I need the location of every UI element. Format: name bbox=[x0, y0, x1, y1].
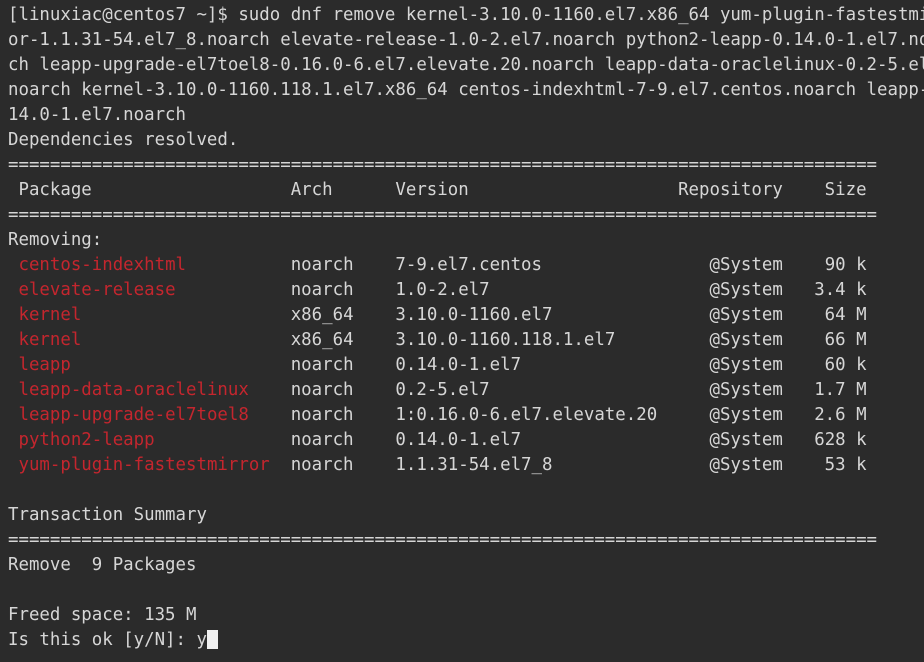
command-line-1: [linuxiac@centos7 ~]$ sudo dnf remove ke… bbox=[8, 5, 924, 25]
package-row-details: noarch 1:0.16.0-6.el7.elevate.20 @System… bbox=[248, 405, 867, 425]
package-row-details: noarch 7-9.el7.centos @System 90 k bbox=[186, 255, 867, 275]
package-name: leapp bbox=[18, 355, 71, 375]
freed-space-line: Freed space: 135 M bbox=[8, 605, 197, 625]
package-row-details: x86_64 3.10.0-1160.el7 @System 64 M bbox=[81, 305, 867, 325]
package-name: elevate-release bbox=[18, 280, 176, 300]
command-line-4: noarch kernel-3.10.0-1160.118.1.el7.x86_… bbox=[8, 80, 924, 100]
package-name: yum-plugin-fastestmirror bbox=[18, 455, 270, 475]
confirm-prompt-line[interactable]: Is this ok [y/N]: y bbox=[8, 628, 924, 653]
text-cursor bbox=[206, 630, 219, 649]
package-table-row: kernel x86_64 3.10.0-1160.el7 @System 64… bbox=[8, 303, 924, 328]
command-line-5: 14.0-1.el7.noarch bbox=[8, 105, 186, 125]
package-table-row: kernel x86_64 3.10.0-1160.118.1.el7 @Sys… bbox=[8, 328, 924, 353]
dependencies-resolved-status: Dependencies resolved. bbox=[8, 130, 239, 150]
table-header-row: Package Arch Version Repository Size bbox=[8, 180, 867, 200]
table-separator-top: ========================================… bbox=[8, 155, 878, 175]
package-table-row: centos-indexhtml noarch 7-9.el7.centos @… bbox=[8, 253, 924, 278]
package-row-details: noarch 0.2-5.el7 @System 1.7 M bbox=[248, 380, 867, 400]
package-table-row: leapp-upgrade-el7toel8 noarch 1:0.16.0-6… bbox=[8, 403, 924, 428]
command-line-3: ch leapp-upgrade-el7toel8-0.16.0-6.el7.e… bbox=[8, 55, 924, 75]
package-table-row: elevate-release noarch 1.0-2.el7 @System… bbox=[8, 278, 924, 303]
table-separator-bottom: ========================================… bbox=[8, 205, 878, 225]
package-table-row: leapp-data-oraclelinux noarch 0.2-5.el7 … bbox=[8, 378, 924, 403]
transaction-summary-title: Transaction Summary bbox=[8, 505, 207, 525]
confirm-answer-text: y bbox=[196, 630, 207, 650]
package-table-row: yum-plugin-fastestmirror noarch 1.1.31-5… bbox=[8, 453, 924, 478]
package-name: kernel bbox=[18, 330, 82, 350]
summary-separator: ========================================… bbox=[8, 530, 878, 550]
remove-count-line: Remove 9 Packages bbox=[8, 555, 197, 575]
package-name: leapp-data-oraclelinux bbox=[18, 380, 249, 400]
package-table-row: python2-leapp noarch 0.14.0-1.el7 @Syste… bbox=[8, 428, 924, 453]
package-row-details: noarch 1.0-2.el7 @System 3.4 k bbox=[175, 280, 867, 300]
terminal-window[interactable]: [linuxiac@centos7 ~]$ sudo dnf remove ke… bbox=[0, 0, 924, 662]
package-row-details: noarch 1.1.31-54.el7_8 @System 53 k bbox=[269, 455, 867, 475]
package-table-row: leapp noarch 0.14.0-1.el7 @System 60 k bbox=[8, 353, 924, 378]
package-name: centos-indexhtml bbox=[18, 255, 187, 275]
command-line-2: or-1.1.31-54.el7_8.noarch elevate-releas… bbox=[8, 30, 924, 50]
package-row-details: x86_64 3.10.0-1160.118.1.el7 @System 66 … bbox=[81, 330, 867, 350]
removing-section-label: Removing: bbox=[8, 230, 103, 250]
confirm-prompt-text: Is this ok [y/N]: bbox=[8, 630, 197, 650]
package-table-body: centos-indexhtml noarch 7-9.el7.centos @… bbox=[8, 253, 924, 478]
package-name: leapp-upgrade-el7toel8 bbox=[18, 405, 249, 425]
package-row-details: noarch 0.14.0-1.el7 @System 628 k bbox=[154, 430, 867, 450]
package-name: kernel bbox=[18, 305, 82, 325]
package-row-details: noarch 0.14.0-1.el7 @System 60 k bbox=[70, 355, 867, 375]
package-name: python2-leapp bbox=[18, 430, 155, 450]
